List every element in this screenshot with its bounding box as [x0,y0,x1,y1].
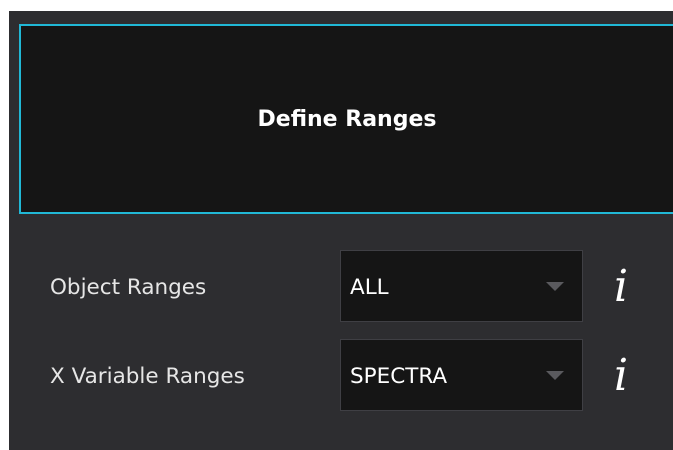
object-ranges-row: Object Ranges ALL i [9,250,673,322]
x-variable-ranges-label: X Variable Ranges [50,364,245,389]
info-icon[interactable]: i [604,349,638,403]
x-variable-ranges-value: SPECTRA [350,364,448,389]
define-ranges-label: Define Ranges [257,106,437,132]
define-ranges-panel: Define Ranges Object Ranges ALL i X Vari… [9,11,673,450]
x-variable-ranges-select[interactable]: SPECTRA [340,339,583,411]
info-icon[interactable]: i [604,260,638,314]
x-variable-ranges-row: X Variable Ranges SPECTRA i [9,339,673,411]
define-ranges-button[interactable]: Define Ranges [19,24,673,214]
chevron-down-icon [546,371,564,380]
object-ranges-select[interactable]: ALL [340,250,583,322]
chevron-down-icon [546,282,564,291]
object-ranges-value: ALL [350,275,389,300]
object-ranges-label: Object Ranges [50,275,207,300]
